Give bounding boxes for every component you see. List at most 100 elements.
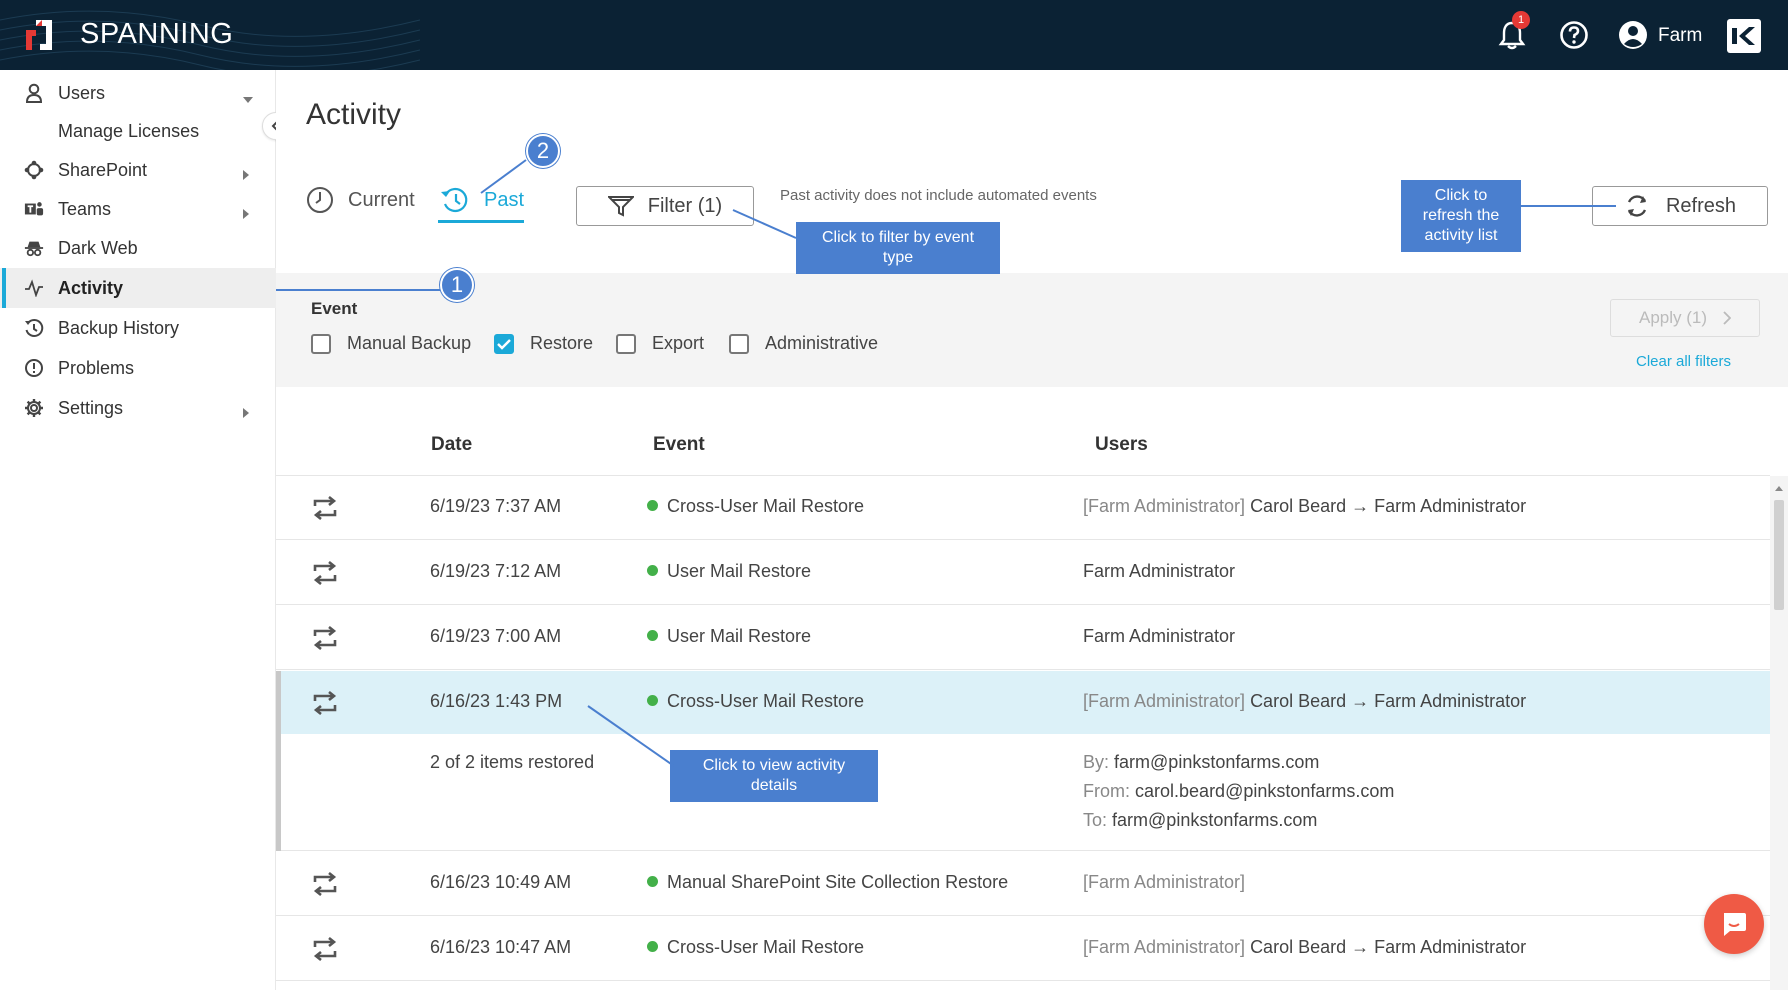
detail-from-label: From: bbox=[1083, 781, 1130, 801]
tab-current[interactable]: Current bbox=[306, 186, 415, 214]
sidebar-item-users[interactable]: Users bbox=[0, 74, 276, 112]
row-date: 6/16/23 10:49 AM bbox=[430, 872, 572, 892]
table-row[interactable]: 6/19/23 7:00 AM User Mail Restore Farm A… bbox=[276, 606, 1770, 670]
sidebar-item-label: Backup History bbox=[58, 318, 180, 338]
past-activity-note: Past activity does not include automated… bbox=[780, 187, 1097, 204]
activity-detail-panel: 2 of 2 items restored By: farm@pinkstonf… bbox=[276, 734, 1770, 851]
checkbox-restore[interactable]: Restore bbox=[494, 333, 593, 354]
row-event-text: User Mail Restore bbox=[667, 626, 812, 646]
checkbox-box[interactable] bbox=[729, 333, 749, 354]
history-icon bbox=[441, 187, 468, 213]
callout-details: Click to view activity details bbox=[670, 750, 878, 802]
kaseya-logo-icon[interactable] bbox=[1727, 19, 1761, 53]
column-header-event[interactable]: Event bbox=[653, 434, 705, 456]
sidebar-item-manage-licenses[interactable]: Manage Licenses bbox=[0, 112, 276, 150]
refresh-button-label: Refresh bbox=[1665, 194, 1737, 217]
tab-past[interactable]: Past bbox=[440, 186, 524, 214]
caret-right-icon bbox=[242, 204, 250, 225]
sidebar-item-activity[interactable]: Activity bbox=[0, 268, 276, 308]
row-users-prefix: [Farm Administrator] bbox=[1083, 691, 1246, 711]
row-date: 6/19/23 7:12 AM bbox=[430, 561, 562, 581]
caret-right-icon bbox=[242, 403, 250, 424]
row-event-text: Manual SharePoint Site Collection Restor… bbox=[667, 872, 1009, 892]
help-icon bbox=[1560, 21, 1588, 49]
checkbox-box-checked[interactable] bbox=[494, 333, 514, 354]
table-row[interactable]: 6/19/23 7:12 AM User Mail Restore Farm A… bbox=[276, 541, 1770, 605]
checkbox-export[interactable]: Export bbox=[616, 333, 704, 354]
restore-icon bbox=[313, 626, 337, 650]
row-users: Farm Administrator bbox=[1083, 626, 1236, 646]
row-event: Manual SharePoint Site Collection Restor… bbox=[647, 872, 1008, 893]
sidebar-item-label: Users bbox=[58, 83, 106, 103]
row-users-prefix: [Farm Administrator] bbox=[1083, 496, 1246, 516]
user-menu-button[interactable] bbox=[1616, 18, 1650, 52]
row-users-prefix: [Farm Administrator] bbox=[1083, 937, 1246, 957]
sidebar-item-label: Dark Web bbox=[58, 238, 138, 258]
detail-by-value: farm@pinkstonfarms.com bbox=[1114, 752, 1320, 772]
funnel-icon bbox=[607, 196, 634, 217]
column-header-users[interactable]: Users bbox=[1095, 434, 1148, 456]
checkbox-administrative[interactable]: Administrative bbox=[729, 333, 878, 354]
alert-circle-icon bbox=[24, 358, 44, 378]
sidebar-item-label: Activity bbox=[58, 278, 124, 298]
sidebar-item-settings[interactable]: Settings bbox=[0, 389, 276, 427]
row-event: Cross-User Mail Restore bbox=[647, 937, 864, 958]
chat-support-button[interactable] bbox=[1704, 894, 1764, 954]
row-event-text: User Mail Restore bbox=[667, 561, 812, 581]
detail-from-value: carol.beard@pinkstonfarms.com bbox=[1135, 781, 1395, 801]
restore-icon bbox=[313, 872, 337, 896]
user-name[interactable]: Farm bbox=[1658, 25, 1702, 47]
selected-row-indicator bbox=[276, 671, 281, 851]
apply-filters-button[interactable]: Apply (1) bbox=[1610, 299, 1760, 337]
refresh-icon bbox=[1627, 195, 1647, 217]
detail-to-value: farm@pinkstonfarms.com bbox=[1112, 810, 1318, 830]
help-button[interactable] bbox=[1557, 18, 1591, 52]
sidebar-item-label: Settings bbox=[58, 398, 124, 418]
detail-by-label: By: bbox=[1083, 752, 1110, 772]
refresh-button[interactable]: Refresh bbox=[1592, 186, 1768, 226]
row-date: 6/16/23 1:43 PM bbox=[430, 691, 563, 711]
k-mark-icon bbox=[1732, 27, 1755, 45]
sidebar-item-label: Manage Licenses bbox=[58, 121, 200, 141]
sidebar-item-dark-web[interactable]: Dark Web bbox=[0, 229, 276, 267]
checkbox-label: Manual Backup bbox=[347, 333, 472, 353]
row-date: 6/19/23 7:00 AM bbox=[430, 626, 562, 646]
filter-button-label: Filter (1) bbox=[647, 194, 723, 217]
sidebar-item-teams[interactable]: Teams bbox=[0, 190, 276, 228]
row-event-text: Cross-User Mail Restore bbox=[667, 937, 865, 957]
sidebar-item-backup-history[interactable]: Backup History bbox=[0, 309, 276, 347]
row-users-text: Carol Beard → Farm Administrator bbox=[1250, 691, 1527, 711]
sidebar-item-problems[interactable]: Problems bbox=[0, 349, 276, 387]
sidebar-item-label: Problems bbox=[58, 358, 135, 378]
activity-pulse-icon bbox=[24, 278, 44, 298]
checkbox-box[interactable] bbox=[616, 333, 636, 354]
status-dot bbox=[647, 500, 658, 511]
top-bar: SPANNING 1 Farm bbox=[0, 0, 1788, 70]
event-filter-panel: Event Manual Backup Restore Export Admin… bbox=[276, 273, 1788, 387]
chat-icon bbox=[1724, 913, 1746, 936]
table-row[interactable]: 6/16/23 10:49 AM Manual SharePoint Site … bbox=[276, 852, 1770, 916]
filter-button[interactable]: Filter (1) bbox=[576, 186, 754, 226]
user-icon bbox=[24, 83, 44, 103]
checkbox-box[interactable] bbox=[311, 333, 331, 354]
apply-button-label: Apply (1) bbox=[1638, 308, 1708, 327]
row-event: Cross-User Mail Restore bbox=[647, 691, 864, 712]
sidebar-item-label: SharePoint bbox=[58, 160, 148, 180]
step-marker-2: 2 bbox=[526, 134, 560, 168]
status-dot bbox=[647, 695, 658, 706]
detail-from: From: carol.beard@pinkstonfarms.com bbox=[1083, 781, 1394, 802]
table-row[interactable]: 6/19/23 7:37 AM Cross-User Mail Restore … bbox=[276, 476, 1770, 540]
sharepoint-icon bbox=[24, 160, 44, 180]
table-row[interactable]: 6/16/23 10:47 AM Cross-User Mail Restore… bbox=[276, 917, 1770, 981]
sidebar-item-sharepoint[interactable]: SharePoint bbox=[0, 151, 276, 189]
column-header-date[interactable]: Date bbox=[431, 434, 472, 456]
teams-icon bbox=[24, 199, 44, 219]
scrollbar-thumb[interactable] bbox=[1774, 500, 1784, 610]
row-event-text: Cross-User Mail Restore bbox=[667, 496, 865, 516]
checkbox-manual-backup[interactable]: Manual Backup bbox=[311, 333, 471, 354]
row-users: [Farm Administrator] bbox=[1083, 872, 1246, 892]
clear-all-filters-link[interactable]: Clear all filters bbox=[1636, 353, 1731, 370]
table-row-selected[interactable]: 6/16/23 1:43 PM Cross-User Mail Restore … bbox=[276, 671, 1770, 734]
table-scrollbar[interactable] bbox=[1770, 476, 1788, 990]
row-users: [Farm Administrator] Carol Beard → Farm … bbox=[1083, 691, 1526, 712]
